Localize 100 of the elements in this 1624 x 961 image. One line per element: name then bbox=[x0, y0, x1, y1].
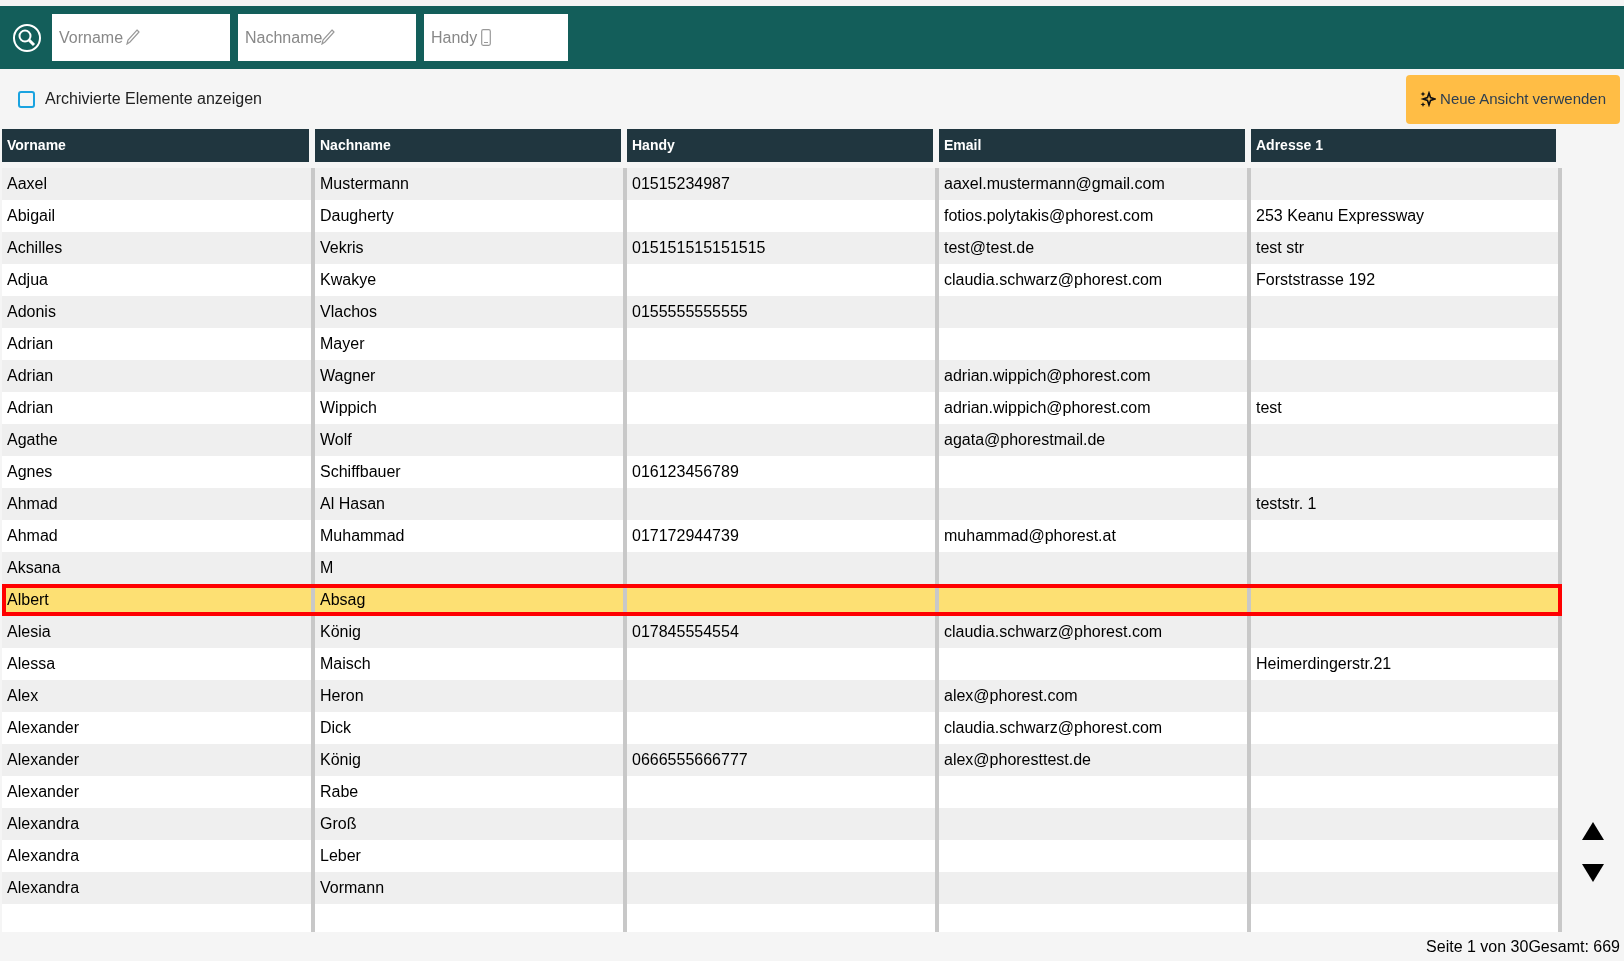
table-cell-text: Muhammad bbox=[320, 526, 405, 546]
table-cell-text: test bbox=[1256, 398, 1282, 418]
table-cell-text: Alex bbox=[7, 686, 39, 706]
checkbox[interactable] bbox=[18, 90, 35, 108]
table-cell-text: claudia.schwarz@phorest.com bbox=[944, 718, 1163, 738]
page-indicator: Seite 1 von 30 bbox=[1426, 937, 1529, 957]
table-cell-text: Adrian bbox=[7, 334, 54, 354]
search-field[interactable]: Nachname bbox=[238, 14, 416, 61]
table-cell-text: 015151515151515 bbox=[632, 238, 766, 258]
table-row[interactable]: Ahmad Muhammad 017172944739 muhammad@phorest.at bbox=[2, 520, 1562, 552]
table-cell-text: Groß bbox=[320, 814, 357, 834]
table-cell-text: aaxel.mustermann@gmail.com bbox=[944, 174, 1165, 194]
table-cell-text: Heron bbox=[320, 686, 364, 706]
table-cell-text: test@test.de bbox=[944, 238, 1035, 258]
table-cell-text: 0666555666777 bbox=[632, 750, 748, 770]
table-cell-text: Aksana bbox=[7, 558, 61, 578]
table-cell-text: 0155555555555 bbox=[632, 302, 748, 322]
table-cell-text: Heimerdingerstr.21 bbox=[1256, 654, 1392, 674]
table-row[interactable]: Alex Heron alex@phorest.com bbox=[2, 680, 1562, 712]
table-cell-text: Alexander bbox=[7, 718, 80, 738]
table-row[interactable]: Aaxel Mustermann 01515234987 aaxel.mustermann@gmail.com bbox=[2, 168, 1562, 200]
table-cell-text: 017845554554 bbox=[632, 622, 739, 642]
table-row[interactable]: Ahmad Al Hasan teststr. 1 bbox=[2, 488, 1562, 520]
table-cell-text: agata@phorestmail.de bbox=[944, 430, 1106, 450]
table-cell-text: Rabe bbox=[320, 782, 359, 802]
table-row[interactable]: Adjua Kwakye claudia.schwarz@phorest.com Forststrasse 192 bbox=[2, 264, 1562, 296]
table-cell-text: test str bbox=[1256, 238, 1304, 258]
table-cell-text: Albert bbox=[7, 590, 49, 610]
table-row[interactable]: Adrian Wagner adrian.wippich@phorest.com bbox=[2, 360, 1562, 392]
table-cell-text: Adrian bbox=[7, 398, 54, 418]
table-cell-text: adrian.wippich@phorest.com bbox=[944, 398, 1151, 418]
table-row[interactable]: Aksana M bbox=[2, 552, 1562, 584]
table-cell-text: Achilles bbox=[7, 238, 63, 258]
table-row[interactable]: Agnes Schiffbauer 016123456789 bbox=[2, 456, 1562, 488]
table-row[interactable]: Alexander König 0666555666777 alex@phoresttest.de bbox=[2, 744, 1562, 776]
table-row[interactable]: Adrian Wippich adrian.wippich@phorest.com test bbox=[2, 392, 1562, 424]
table-cell-text: Leber bbox=[320, 846, 361, 866]
table-cell-text: Alesia bbox=[7, 622, 51, 642]
table-row[interactable]: Abigail Daugherty fotios.polytakis@phorest.com 253 Keanu Expressway bbox=[2, 200, 1562, 232]
pencil-icon bbox=[126, 29, 141, 45]
table-cell-text: Wagner bbox=[320, 366, 376, 386]
table-cell-text: Wippich bbox=[320, 398, 377, 418]
table-row[interactable]: Adrian Mayer bbox=[2, 328, 1562, 360]
table-cell-text: Agathe bbox=[7, 430, 58, 450]
table-cell-text: 01515234987 bbox=[632, 174, 730, 194]
table-cell-text: Ahmad bbox=[7, 526, 58, 546]
table-cell-text: Alexander bbox=[7, 750, 80, 770]
search-icon[interactable] bbox=[12, 22, 42, 53]
table-cell-text: Schiffbauer bbox=[320, 462, 401, 482]
column-header[interactable]: Vorname bbox=[2, 129, 309, 162]
table-cell-text: alex@phoresttest.de bbox=[944, 750, 1091, 770]
search-field[interactable]: Vorname bbox=[52, 14, 230, 61]
table-cell-text: Ahmad bbox=[7, 494, 58, 514]
table-cell-text: Aaxel bbox=[7, 174, 48, 194]
table-cell-text: teststr. 1 bbox=[1256, 494, 1317, 514]
table-cell-text: Abigail bbox=[7, 206, 56, 226]
sparkle-icon bbox=[1420, 91, 1437, 107]
search-field[interactable]: Handy bbox=[424, 14, 568, 61]
table-cell-text: 016123456789 bbox=[632, 462, 739, 482]
table-cell-text: Agnes bbox=[7, 462, 53, 482]
table-row[interactable]: Alexandra Groß bbox=[2, 808, 1562, 840]
column-header[interactable]: Nachname bbox=[315, 129, 621, 162]
table-cell-text: Dick bbox=[320, 718, 352, 738]
table-cell-text: Mayer bbox=[320, 334, 365, 354]
total-count: Gesamt: 669 bbox=[1528, 937, 1620, 957]
table-cell-text: Al Hasan bbox=[320, 494, 385, 514]
table-cell-text: König bbox=[320, 622, 361, 642]
table-cell-text: Adrian bbox=[7, 366, 54, 386]
table-cell-text: Vlachos bbox=[320, 302, 377, 322]
table-row[interactable]: Agathe Wolf agata@phorestmail.de bbox=[2, 424, 1562, 456]
up-arrow-icon[interactable] bbox=[1582, 822, 1604, 840]
table-cell-text: Wolf bbox=[320, 430, 352, 450]
table-cell-text: Alexander bbox=[7, 782, 80, 802]
down-arrow-icon[interactable] bbox=[1582, 864, 1604, 882]
table-cell-text: adrian.wippich@phorest.com bbox=[944, 366, 1151, 386]
column-header[interactable]: Email bbox=[939, 129, 1245, 162]
table-cell-text: Mustermann bbox=[320, 174, 409, 194]
table-row[interactable]: Alexandra Leber bbox=[2, 840, 1562, 872]
table-row[interactable]: Alessa Maisch Heimerdingerstr.21 bbox=[2, 648, 1562, 680]
table-cell-text: Maisch bbox=[320, 654, 371, 674]
table-row[interactable]: Achilles Vekris 015151515151515 test@test.de test str bbox=[2, 232, 1562, 264]
new-view-button[interactable]: Neue Ansicht verwenden bbox=[1406, 74, 1620, 124]
table-cell-text: 017172944739 bbox=[632, 526, 739, 546]
table-row[interactable]: Alexandra Vormann bbox=[2, 872, 1562, 904]
table-row[interactable]: Alexander Rabe bbox=[2, 776, 1562, 808]
table-cell-text: Absag bbox=[320, 590, 366, 610]
table-cell-text: alex@phorest.com bbox=[944, 686, 1078, 706]
column-header[interactable]: Handy bbox=[627, 129, 933, 162]
table-row[interactable]: Adonis Vlachos 0155555555555 bbox=[2, 296, 1562, 328]
table-row[interactable]: Alesia König 017845554554 claudia.schwarz@phorest.com bbox=[2, 616, 1562, 648]
table-cell-text: Forststrasse 192 bbox=[1256, 270, 1376, 290]
table-cell-text: Kwakye bbox=[320, 270, 377, 290]
phone-icon bbox=[481, 29, 491, 46]
table-row[interactable]: Albert Absag bbox=[2, 584, 1562, 616]
table-cell-text: M bbox=[320, 558, 334, 578]
table-row[interactable]: Alexander Dick claudia.schwarz@phorest.com bbox=[2, 712, 1562, 744]
table-cell-text: König bbox=[320, 750, 361, 770]
table-cell-text: Adonis bbox=[7, 302, 56, 322]
column-header[interactable]: Adresse 1 bbox=[1251, 129, 1556, 162]
table-cell-text: Alessa bbox=[7, 654, 56, 674]
